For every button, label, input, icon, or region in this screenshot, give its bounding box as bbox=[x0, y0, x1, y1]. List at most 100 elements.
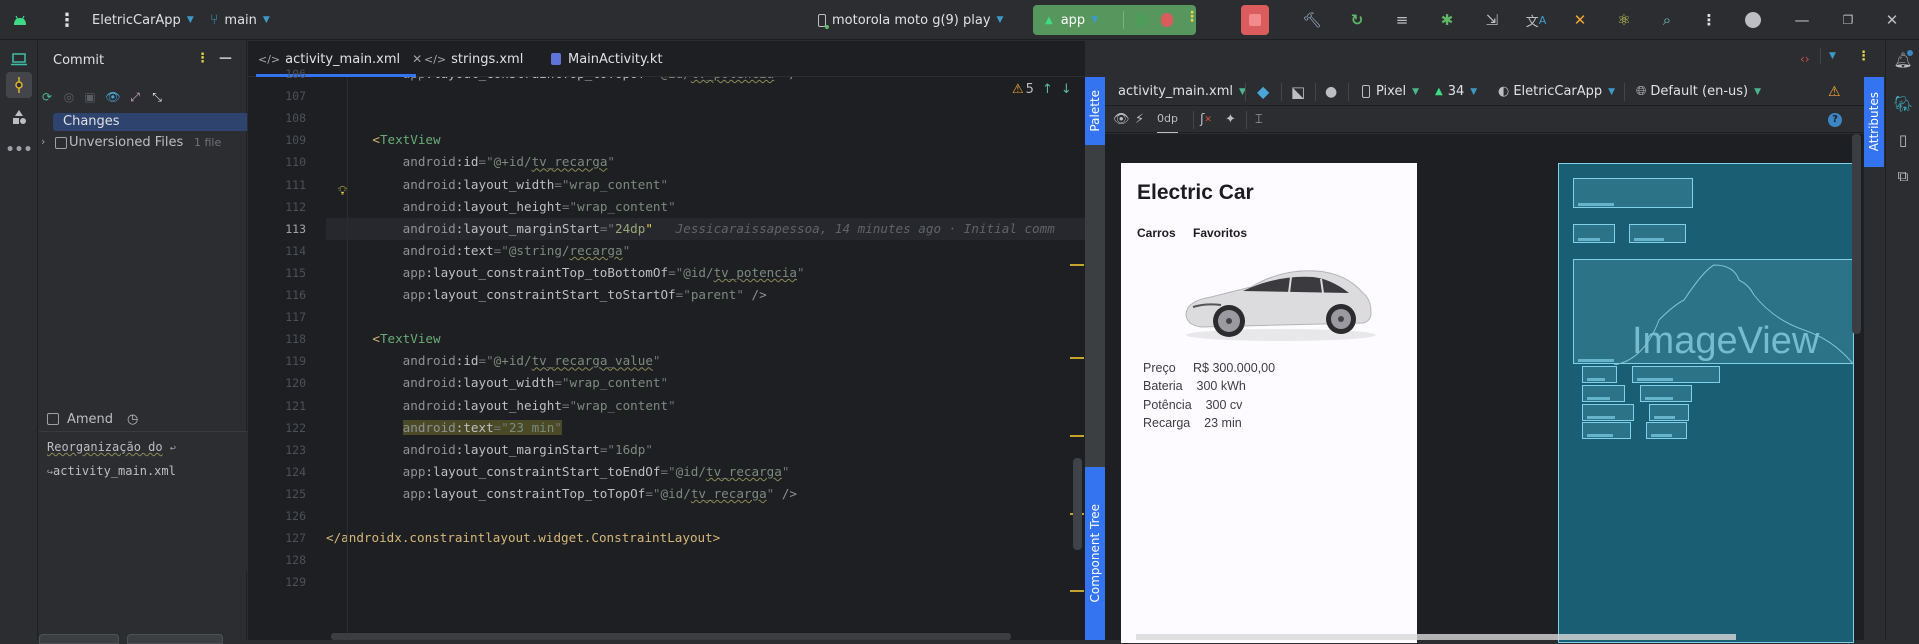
tab-strings-xml[interactable]: </> strings.xml bbox=[418, 41, 533, 77]
blueprint-textview[interactable] bbox=[1649, 404, 1689, 421]
layout-file-selector[interactable]: activity_main.xml ▼ bbox=[1118, 77, 1246, 106]
code-line[interactable]: android:id="@+id/tv_recarga_value" bbox=[326, 350, 1085, 372]
build-hammer-icon[interactable]: 🔨︎ bbox=[1300, 8, 1324, 32]
clear-constraints-icon[interactable]: ʃ ✕ bbox=[1200, 106, 1212, 133]
branch-selector[interactable]: ⑂ main ▼ bbox=[210, 0, 270, 40]
commit-button[interactable] bbox=[39, 634, 119, 644]
close-window-button[interactable]: ✕ bbox=[1880, 8, 1904, 32]
preview-tab-favoritos[interactable]: Favoritos bbox=[1193, 226, 1247, 240]
commit-history-clock-icon[interactable]: ◷ bbox=[127, 412, 138, 427]
palette-tab[interactable]: Palette bbox=[1085, 77, 1105, 145]
commit-message-input[interactable]: Reorganização do ↩ ↪activity_main.xml bbox=[39, 431, 247, 571]
blueprint-tab-favoritos[interactable] bbox=[1629, 224, 1686, 243]
code-line[interactable]: android:layout_marginStart="24dp" Jessic… bbox=[326, 217, 1085, 240]
hide-panel-icon[interactable]: — bbox=[219, 51, 232, 66]
code-line[interactable]: android:layout_width="wrap_content" bbox=[326, 174, 1085, 196]
main-menu-icon[interactable]: ⋮ bbox=[58, 0, 76, 40]
minimize-button[interactable]: — bbox=[1790, 8, 1814, 32]
inspection-widget[interactable]: ⚠ 5 ↑ ↓ bbox=[1012, 80, 1072, 98]
blueprint-title-textview[interactable] bbox=[1573, 178, 1693, 208]
code-line[interactable]: <TextView bbox=[326, 328, 1085, 350]
component-tree-tab[interactable]: Component Tree bbox=[1085, 467, 1105, 640]
unversioned-files-item[interactable]: › Unversioned Files 1 file bbox=[39, 133, 247, 153]
code-line[interactable]: app:layout_constraintTop_toTopOf="@id/tv… bbox=[326, 483, 1085, 505]
atom-plugin-icon[interactable]: ⚛ bbox=[1612, 8, 1636, 32]
restore-button[interactable]: ❐ bbox=[1836, 8, 1860, 32]
orientation-icon[interactable]: ⬕ bbox=[1291, 77, 1305, 106]
more-tool-windows-icon[interactable]: ••• bbox=[6, 137, 33, 163]
code-line[interactable] bbox=[326, 306, 1085, 328]
project-icon[interactable] bbox=[6, 46, 32, 72]
tab-mainactivity-kt[interactable]: MainActivity.kt bbox=[541, 41, 676, 77]
code-line[interactable]: android:text="23 min" bbox=[326, 417, 1085, 439]
design-horizontal-scrollbar[interactable] bbox=[1136, 634, 1736, 640]
view-options-eye-icon[interactable]: 👁︎ bbox=[1113, 106, 1130, 133]
design-canvas[interactable]: Electric Car Carros Favoritos Preço R$ 3… bbox=[1105, 134, 1864, 643]
account-icon[interactable] bbox=[1741, 8, 1765, 32]
code-line[interactable]: </androidx.constraintlayout.widget.Const… bbox=[326, 527, 1085, 549]
code-line[interactable]: android:layout_height="wrap_content" bbox=[326, 196, 1085, 218]
refresh-icon[interactable]: ⟳ bbox=[39, 89, 55, 105]
editor-vertical-scrollbar[interactable] bbox=[1073, 458, 1082, 550]
warning-marker[interactable] bbox=[1070, 590, 1084, 592]
blueprint-textview[interactable] bbox=[1582, 385, 1625, 402]
search-icon[interactable]: ⌕ bbox=[1655, 8, 1679, 32]
code-view-icon[interactable]: ‹› bbox=[1800, 52, 1810, 66]
car-image[interactable] bbox=[1181, 255, 1381, 345]
blueprint-imageview[interactable]: ImageView bbox=[1573, 259, 1853, 365]
previous-issue-icon[interactable]: ↑ bbox=[1042, 82, 1053, 97]
device-manager-icon[interactable]: ▯ bbox=[1892, 129, 1914, 151]
apply-changes-icon[interactable] bbox=[1135, 13, 1149, 27]
stop-button[interactable] bbox=[1241, 5, 1269, 35]
code-line[interactable] bbox=[326, 85, 1085, 107]
changes-list-item[interactable]: Changes bbox=[53, 113, 247, 131]
warning-icon[interactable]: ⚠ bbox=[1828, 77, 1841, 106]
editor-horizontal-scrollbar[interactable] bbox=[331, 633, 1011, 640]
more-actions-icon[interactable]: ⋮ bbox=[1697, 8, 1721, 32]
blueprint-textview[interactable] bbox=[1582, 366, 1617, 383]
run-config-selector[interactable]: ▲ app ▼ bbox=[1045, 5, 1098, 35]
warning-marker[interactable] bbox=[1070, 357, 1084, 359]
tools-icon[interactable]: ✕ bbox=[1568, 8, 1592, 32]
blueprint-textview[interactable] bbox=[1646, 422, 1687, 439]
night-mode-icon[interactable]: ● bbox=[1325, 77, 1337, 106]
amend-checkbox[interactable] bbox=[47, 413, 59, 425]
code-line[interactable]: app:layout_constraintTop_toBottomOf="@id… bbox=[326, 262, 1085, 284]
chevron-right-icon[interactable]: › bbox=[41, 135, 45, 148]
api-level-selector[interactable]: ▲ 34 ▼ bbox=[1435, 77, 1477, 106]
profiler-icon[interactable]: ≡ bbox=[1390, 8, 1414, 32]
code-line[interactable]: app:layout_constraintTop_toTopOf="@id/tv… bbox=[326, 77, 1085, 85]
blueprint-textview[interactable] bbox=[1582, 422, 1631, 439]
intention-bulb-icon[interactable]: 💡︎ bbox=[338, 184, 347, 199]
resource-manager-icon[interactable] bbox=[6, 104, 32, 130]
gradle-sync-icon[interactable]: ⇲ bbox=[1480, 8, 1504, 32]
unversioned-checkbox[interactable] bbox=[55, 137, 67, 149]
warning-marker[interactable] bbox=[1070, 264, 1084, 266]
editor-options-icon[interactable]: ⋮ bbox=[1857, 49, 1870, 64]
project-selector[interactable]: EletricCarApp ▼ bbox=[92, 0, 194, 40]
code-line[interactable]: <TextView bbox=[326, 129, 1085, 151]
expand-all-icon[interactable]: ⤢ bbox=[127, 89, 143, 105]
collapse-all-icon[interactable]: ⤡ bbox=[149, 89, 165, 105]
code-line[interactable]: android:text="@string/recarga" bbox=[326, 240, 1085, 262]
autoconnect-off-icon[interactable]: ⚡︎ bbox=[1135, 106, 1144, 133]
code-area[interactable]: app:layout_constraintTop_toTopOf="@id/tv… bbox=[326, 77, 1085, 640]
code-line[interactable]: app:layout_constraintStart_toStartOf="pa… bbox=[326, 284, 1085, 306]
code-line[interactable]: android:id="@+id/tv_recarga" bbox=[326, 151, 1085, 173]
code-line[interactable] bbox=[326, 107, 1085, 129]
show-diff-icon[interactable]: 👁︎ bbox=[105, 89, 121, 105]
theme-selector[interactable]: ◐ EletricCarApp ▼ bbox=[1498, 77, 1615, 106]
help-icon[interactable]: ? bbox=[1828, 106, 1842, 133]
panel-options-icon[interactable]: ⋮ bbox=[196, 51, 209, 66]
android-studio-logo-icon[interactable] bbox=[12, 0, 28, 40]
running-devices-icon[interactable]: ⧉ bbox=[1892, 165, 1914, 187]
blueprint-tab-carros[interactable] bbox=[1573, 224, 1615, 243]
tabs-dropdown-icon[interactable]: ▼ bbox=[1829, 51, 1836, 61]
gradle-elephant-icon[interactable]: 🐘︎ bbox=[1892, 93, 1914, 115]
blueprint-textview[interactable] bbox=[1632, 366, 1720, 383]
design-vertical-scrollbar[interactable] bbox=[1852, 134, 1861, 334]
default-margin-selector[interactable]: 0dp bbox=[1157, 106, 1178, 133]
blueprint-textview[interactable] bbox=[1640, 385, 1692, 402]
code-line[interactable]: android:layout_marginStart="16dp" bbox=[326, 439, 1085, 461]
more-run-options-icon[interactable]: ⋮ bbox=[1185, 9, 1199, 25]
